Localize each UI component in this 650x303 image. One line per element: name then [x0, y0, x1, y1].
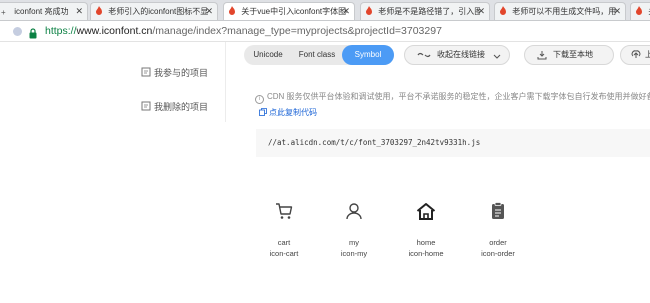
page-info-icon[interactable] — [13, 27, 22, 36]
sidebar-item-label: 我删除的项目 — [154, 102, 209, 112]
close-tab-icon[interactable]: ✕ — [205, 3, 213, 20]
collapse-online-link-button[interactable]: 收起在线链接 — [404, 45, 510, 65]
sidebar-item-label: 我参与的项目 — [154, 68, 209, 78]
icon-card-order[interactable]: order icon-order — [468, 198, 528, 259]
tab-title: 老师是不是路径错了，引入图 — [378, 7, 481, 16]
deleted-project-icon — [141, 101, 151, 111]
close-tab-icon[interactable]: ✕ — [477, 3, 485, 20]
lock-icon[interactable] — [29, 26, 37, 39]
cdn-url-code[interactable]: //at.alicdn.com/t/c/font_3703297_2n42tv9… — [268, 138, 480, 147]
browser-tab-strip: + iconfont 亮成功 ✕ 老师引入的iconfont图标不显示 ✕ 关于… — [0, 0, 650, 21]
flame-icon — [228, 6, 236, 15]
icon-code: icon-home — [408, 249, 444, 258]
icon-code: icon-order — [481, 249, 515, 258]
browser-tab[interactable]: 老师是不是路径错了，引入图 ✕ — [360, 2, 490, 20]
flame-icon — [365, 6, 373, 15]
url-path: /manage/index?manage_type=myprojects&pro… — [152, 25, 442, 37]
home-icon — [396, 198, 456, 224]
url-scheme: https:// — [45, 25, 77, 37]
copy-code-link[interactable]: 点此复制代码 — [259, 108, 317, 118]
upload-button[interactable]: 上传 — [620, 45, 650, 65]
tab-unicode[interactable]: Unicode — [248, 45, 288, 65]
tab-title: iconfont 亮成功 — [14, 7, 69, 16]
sidebar-item-shared-projects[interactable]: 我参与的项目 — [141, 67, 208, 79]
shared-project-icon — [141, 67, 151, 77]
icon-name: cart — [277, 238, 291, 247]
icon-code: icon-my — [340, 249, 368, 258]
close-tab-icon[interactable]: ✕ — [75, 3, 83, 20]
copy-icon — [259, 108, 267, 116]
upload-label: 上传 — [645, 50, 650, 59]
url-text[interactable]: https://www.iconfont.cn/manage/index?man… — [45, 25, 442, 38]
flame-icon — [635, 6, 643, 15]
tab-title: 关于vue中引入iconfont字体图标 — [241, 7, 348, 16]
icon-name: home — [416, 238, 436, 247]
browser-tab[interactable]: + iconfont 亮成功 ✕ — [0, 2, 88, 20]
download-icon — [537, 51, 547, 60]
icon-card-cart[interactable]: cart icon-cart — [254, 198, 314, 259]
cdn-notice-text: CDN 服务仅供平台体验和调试使用，平台不承诺服务的稳定性，企业客户需下载字体包… — [267, 92, 650, 101]
icon-card-my[interactable]: my icon-my — [324, 198, 384, 259]
browser-tab[interactable]: 关于vue中引入iconfont字体图标 ✕ — [223, 2, 355, 20]
url-host: www.iconfont.cn — [76, 25, 153, 37]
user-icon — [324, 198, 384, 224]
download-label: 下载至本地 — [553, 50, 593, 59]
sidebar-divider — [225, 42, 226, 122]
icon-code: icon-cart — [269, 249, 299, 258]
tab-title: 老师可以不用生成文件吗，用 — [512, 7, 617, 16]
plus-icon: + — [1, 8, 6, 17]
browser-tab[interactable]: 老师引入的iconfont图标不显示 ✕ — [90, 2, 218, 20]
sidebar-item-deleted-projects[interactable]: 我删除的项目 — [141, 101, 208, 113]
copy-code-label: 点此复制代码 — [269, 108, 317, 117]
cdn-code-box[interactable]: //at.alicdn.com/t/c/font_3703297_2n42tv9… — [256, 129, 650, 157]
close-tab-icon[interactable]: ✕ — [342, 3, 350, 20]
flame-icon — [95, 6, 103, 15]
format-tab-group: Unicode Font class Symbol — [244, 45, 394, 65]
info-icon: i — [255, 95, 264, 104]
upload-icon — [631, 50, 641, 58]
tab-symbol[interactable]: Symbol — [342, 45, 394, 65]
browser-tab[interactable]: 老师可以不用生成文件吗，用 ✕ — [494, 2, 626, 20]
browser-tab[interactable]: 关 — [630, 2, 650, 20]
icon-card-home[interactable]: home icon-home — [396, 198, 456, 259]
cdn-notice: i CDN 服务仅供平台体验和调试使用，平台不承诺服务的稳定性，企业客户需下载字体… — [255, 92, 650, 104]
icon-name: order — [489, 238, 507, 247]
address-bar[interactable]: https://www.iconfont.cn/manage/index?man… — [0, 21, 650, 42]
flame-icon — [499, 6, 507, 15]
chevron-down-icon — [493, 54, 501, 59]
page-content: 我参与的项目 我删除的项目 Unicode Font class Symbol … — [0, 42, 650, 303]
icon-name: my — [349, 238, 359, 247]
order-icon — [468, 198, 528, 224]
tab-font-class[interactable]: Font class — [294, 45, 340, 65]
close-tab-icon[interactable]: ✕ — [613, 3, 621, 20]
cart-icon — [254, 198, 314, 224]
download-button[interactable]: 下载至本地 — [524, 45, 614, 65]
link-icon — [417, 52, 431, 58]
collapse-link-label: 收起在线链接 — [437, 50, 485, 59]
tab-title: 老师引入的iconfont图标不显示 — [108, 7, 209, 16]
